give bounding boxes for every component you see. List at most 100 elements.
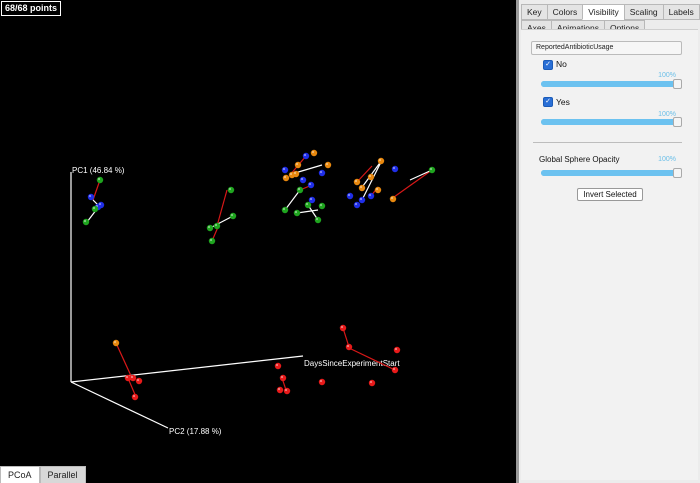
checkbox-yes[interactable]: ✓ (543, 97, 553, 107)
point-highlight (303, 153, 307, 157)
point-highlight (300, 177, 304, 181)
point-highlight (359, 197, 363, 201)
sample-point-blue (358, 196, 366, 204)
sample-point-red (276, 386, 284, 394)
sample-point-blue (391, 165, 399, 173)
trajectory-line (209, 215, 234, 229)
point-highlight (209, 238, 213, 242)
sample-point-green (318, 202, 326, 210)
sample-point-orange (324, 161, 332, 169)
category-select[interactable]: ReportedAntibioticUsage (531, 41, 682, 55)
point-highlight (390, 196, 394, 200)
point-count-label: 68/68 points (1, 1, 62, 16)
label-no: No (556, 59, 567, 69)
sample-point-blue (87, 193, 95, 201)
sample-point-blue (353, 201, 361, 209)
point-highlight (319, 170, 323, 174)
point-highlight (289, 172, 293, 176)
app-root: PC1 (46.84 %) PC2 (17.88 %) DaysSinceExper… (0, 0, 700, 483)
point-highlight (284, 388, 288, 392)
slider-handle-no[interactable] (673, 79, 682, 89)
slider-handle-global[interactable] (673, 168, 682, 178)
checkbox-no[interactable]: ✓ (543, 60, 553, 70)
sample-point-green (281, 206, 289, 214)
opacity-slider-no[interactable] (541, 79, 682, 89)
sample-point-orange (367, 173, 375, 181)
sample-point-orange (353, 178, 361, 186)
sample-point-orange (112, 339, 120, 347)
sample-point-red (135, 377, 143, 385)
point-highlight (92, 206, 96, 210)
slider-handle-yes[interactable] (673, 117, 682, 127)
sample-point-green (96, 176, 104, 184)
view-tabs: PCoA Parallel (0, 466, 86, 483)
point-highlight (83, 219, 87, 223)
point-highlight (346, 344, 350, 348)
sample-point-green (82, 218, 90, 226)
control-panel: Key Colors Visibility Scaling Labels Axe… (519, 0, 700, 483)
tab-key[interactable]: Key (521, 4, 548, 20)
point-highlight (277, 387, 281, 391)
sample-point-green (293, 209, 301, 217)
trajectory-line (216, 189, 228, 227)
tab-colors[interactable]: Colors (546, 4, 584, 20)
sample-point-green (227, 186, 235, 194)
pcoa-plot[interactable]: PC1 (46.84 %) PC2 (17.88 %) DaysSinceExper… (0, 0, 516, 483)
sample-point-blue (318, 169, 326, 177)
point-highlight (125, 375, 129, 379)
point-highlight (319, 203, 323, 207)
tab-pcoa[interactable]: PCoA (0, 466, 40, 483)
sample-point-orange (389, 195, 397, 203)
sample-point-orange (358, 184, 366, 192)
sample-point-green (296, 186, 304, 194)
pc1-axis-label: PC1 (46.84 %) (72, 166, 125, 175)
trajectory-line (284, 189, 301, 211)
sample-point-red (393, 346, 401, 354)
sample-point-blue (281, 166, 289, 174)
point-highlight (368, 193, 372, 197)
point-highlight (369, 380, 373, 384)
sample-point-blue (367, 192, 375, 200)
opacity-slider-yes[interactable] (541, 117, 682, 127)
sample-point-orange (282, 174, 290, 182)
point-highlight (230, 213, 234, 217)
global-opacity-label: Global Sphere Opacity (539, 155, 620, 164)
trajectory-line (393, 169, 433, 198)
pc2-axis-label: PC2 (17.88 %) (169, 427, 222, 436)
point-highlight (429, 167, 433, 171)
invert-selected-button[interactable]: Invert Selected (577, 188, 643, 201)
tab-labels[interactable]: Labels (662, 4, 700, 20)
pcoa-viewport[interactable]: PC1 (46.84 %) PC2 (17.88 %) DaysSinceExper… (0, 0, 516, 483)
label-yes: Yes (556, 97, 570, 107)
point-highlight (347, 193, 351, 197)
sample-point-red (318, 378, 326, 386)
sample-point-red (274, 362, 282, 370)
slider-fill-global (541, 170, 682, 176)
tab-scaling[interactable]: Scaling (623, 4, 664, 20)
tab-visibility[interactable]: Visibility (582, 4, 625, 20)
sample-point-green (314, 216, 322, 224)
point-highlight (359, 185, 363, 189)
sample-point-blue (299, 176, 307, 184)
point-highlight (325, 162, 329, 166)
pc2-axis (70, 381, 169, 429)
point-highlight (319, 379, 323, 383)
point-highlight (88, 194, 92, 198)
point-highlight (354, 202, 358, 206)
point-highlight (297, 187, 301, 191)
sample-point-orange (377, 157, 385, 165)
point-highlight (295, 162, 299, 166)
point-highlight (98, 202, 102, 206)
sample-point-blue (308, 196, 316, 204)
point-highlight (293, 171, 297, 175)
point-highlight (308, 182, 312, 186)
tab-parallel[interactable]: Parallel (39, 466, 86, 483)
sample-point-green (91, 205, 99, 213)
point-highlight (354, 179, 358, 183)
opacity-no-value: 100% (658, 72, 676, 79)
sample-point-orange (294, 161, 302, 169)
slider-fill-no (541, 81, 682, 87)
global-opacity-slider[interactable] (541, 168, 682, 178)
global-opacity-value: 100% (658, 156, 676, 163)
sample-point-green (304, 201, 312, 209)
